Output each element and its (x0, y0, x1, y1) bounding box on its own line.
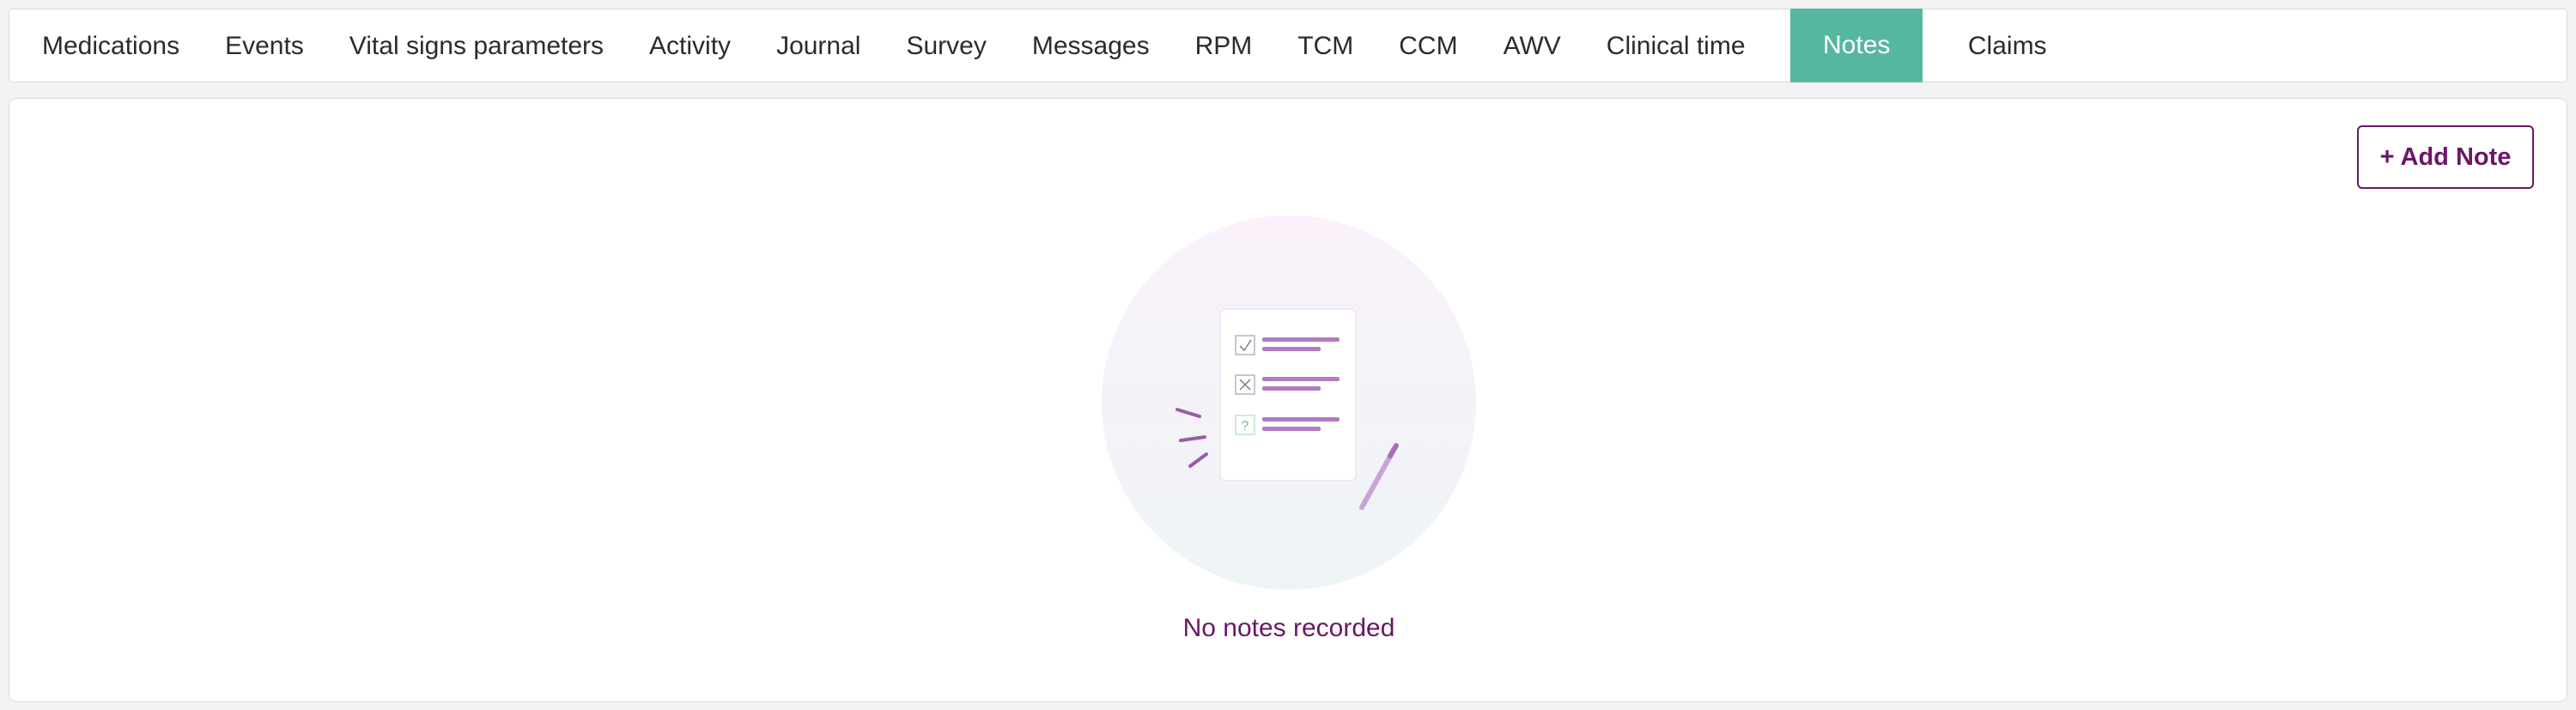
tab-events[interactable]: Events (203, 9, 327, 83)
document-line (1262, 417, 1340, 422)
notes-panel: + Add Note ? No notes recorded (9, 98, 2567, 702)
tab-clinical-time[interactable]: Clinical time (1583, 9, 1768, 83)
svg-text:?: ? (1242, 419, 1249, 434)
empty-state-message: No notes recorded (1182, 614, 1395, 642)
add-note-button[interactable]: + Add Note (2357, 125, 2534, 189)
tab-rpm[interactable]: RPM (1172, 9, 1275, 83)
tab-vital-signs-parameters[interactable]: Vital signs parameters (326, 9, 626, 83)
tab-medications[interactable]: Medications (30, 9, 203, 83)
tab-tcm[interactable]: TCM (1275, 9, 1376, 83)
document-line (1262, 386, 1321, 391)
document-line (1262, 337, 1340, 342)
tab-ccm[interactable]: CCM (1376, 9, 1480, 83)
tab-claims[interactable]: Claims (1945, 9, 2069, 83)
tab-bar: Medications Events Vital signs parameter… (9, 9, 2567, 82)
tab-activity[interactable]: Activity (627, 9, 754, 83)
checkmark-icon (1235, 335, 1255, 355)
tab-notes[interactable]: Notes (1790, 9, 1923, 82)
document-line (1262, 427, 1321, 431)
pencil-icon (1359, 443, 1399, 510)
document-line (1262, 377, 1340, 381)
document-line (1262, 347, 1321, 351)
tab-survey[interactable]: Survey (884, 9, 1009, 83)
question-icon: ? (1235, 415, 1255, 435)
tab-awv[interactable]: AWV (1480, 9, 1583, 83)
tab-messages[interactable]: Messages (1009, 9, 1172, 83)
document-card (1219, 308, 1357, 482)
cross-icon (1235, 374, 1255, 395)
motion-lines (1176, 408, 1208, 468)
tab-journal[interactable]: Journal (754, 9, 884, 83)
empty-notes-illustration: ? (1176, 308, 1399, 510)
